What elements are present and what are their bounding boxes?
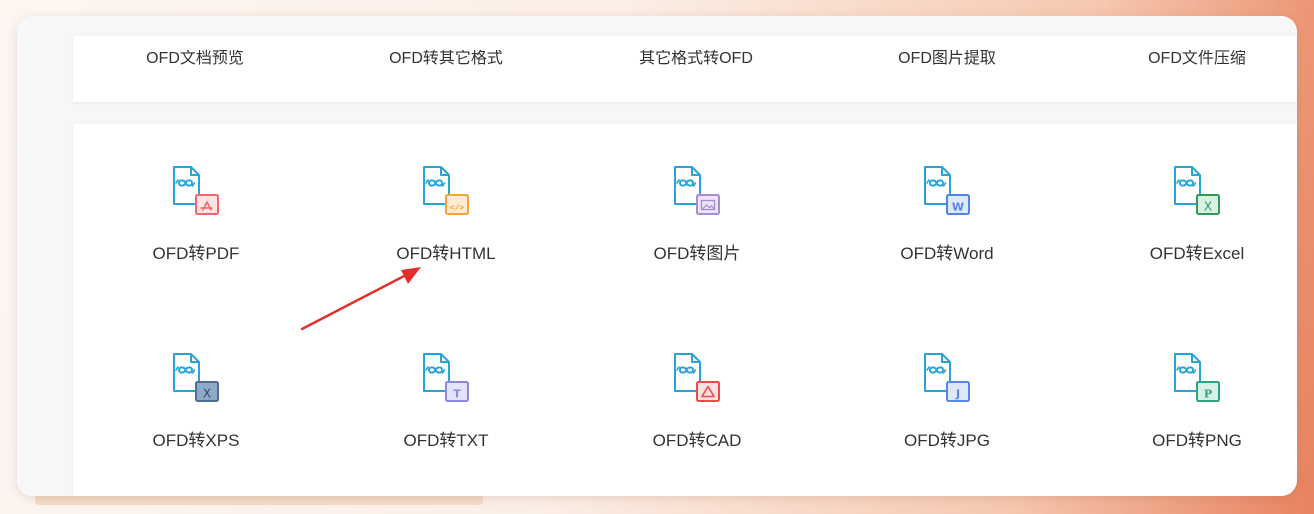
image-icon	[674, 166, 720, 215]
pdf-icon	[173, 166, 219, 215]
tool-label: OFD转HTML	[396, 244, 496, 263]
tool-label: OFD转Excel	[1149, 244, 1245, 263]
excel-icon: X	[1174, 166, 1220, 215]
page-background: OFD文档预览 OFD转其它格式 其它格式转OFD OFD图片提取 OFD文件压…	[17, 16, 1297, 496]
tool-ofd-to-cad[interactable]: OFD转CAD	[597, 351, 797, 451]
tool-ofd-to-txt[interactable]: T OFD转TXT	[346, 351, 546, 451]
tool-ofd-to-pdf[interactable]: OFD转PDF	[96, 164, 296, 264]
nav-item-compress[interactable]: OFD文件压缩	[1148, 50, 1246, 68]
tool-label: OFD转PDF	[152, 244, 240, 263]
tool-ofd-to-xps[interactable]: X OFD转XPS	[96, 351, 296, 451]
tool-label: OFD转JPG	[904, 431, 990, 450]
tool-ofd-to-jpg[interactable]: J OFD转JPG	[847, 351, 1047, 451]
tool-ofd-to-excel[interactable]: X OFD转Excel	[1097, 164, 1297, 264]
tool-label: OFD转TXT	[403, 431, 489, 450]
category-nav: OFD文档预览 OFD转其它格式 其它格式转OFD OFD图片提取 OFD文件压…	[73, 36, 1297, 102]
nav-item-ofd-to-other[interactable]: OFD转其它格式	[389, 50, 503, 68]
tool-grid: OFD转PDF </> OFD转HTML OFD转图片 W OFD转Word X OFD转Ex…	[73, 124, 1297, 496]
word-icon: W	[924, 166, 970, 215]
svg-text:W: W	[952, 201, 964, 214]
nav-item-other-to-ofd[interactable]: 其它格式转OFD	[639, 50, 753, 68]
tool-label: OFD转Word	[900, 244, 994, 263]
tool-label: OFD转CAD	[652, 431, 742, 450]
svg-text:X: X	[203, 387, 211, 401]
nav-item-image-extract[interactable]: OFD图片提取	[898, 50, 996, 68]
svg-text:T: T	[453, 388, 461, 401]
svg-text:</>: </>	[450, 203, 465, 212]
png-icon: P	[1174, 353, 1220, 402]
svg-text:X: X	[1204, 200, 1212, 214]
nav-item-preview[interactable]: OFD文档预览	[146, 50, 244, 68]
tool-label: OFD转PNG	[1152, 431, 1242, 450]
tool-ofd-to-word[interactable]: W OFD转Word	[847, 164, 1047, 264]
svg-text:P: P	[1204, 388, 1212, 401]
tool-ofd-to-image[interactable]: OFD转图片	[597, 164, 797, 264]
tool-ofd-to-html[interactable]: </> OFD转HTML	[346, 164, 546, 264]
txt-icon: T	[423, 353, 469, 402]
cad-icon	[674, 353, 720, 402]
app-window: OFD文档预览 OFD转其它格式 其它格式转OFD OFD图片提取 OFD文件压…	[17, 16, 1297, 496]
xps-icon: X	[173, 353, 219, 402]
svg-text:J: J	[955, 388, 960, 401]
jpg-icon: J	[924, 353, 970, 402]
tool-label: OFD转图片	[653, 244, 741, 263]
tool-label: OFD转XPS	[152, 431, 240, 450]
tool-ofd-to-png[interactable]: P OFD转PNG	[1097, 351, 1297, 451]
html-icon: </>	[423, 166, 469, 215]
